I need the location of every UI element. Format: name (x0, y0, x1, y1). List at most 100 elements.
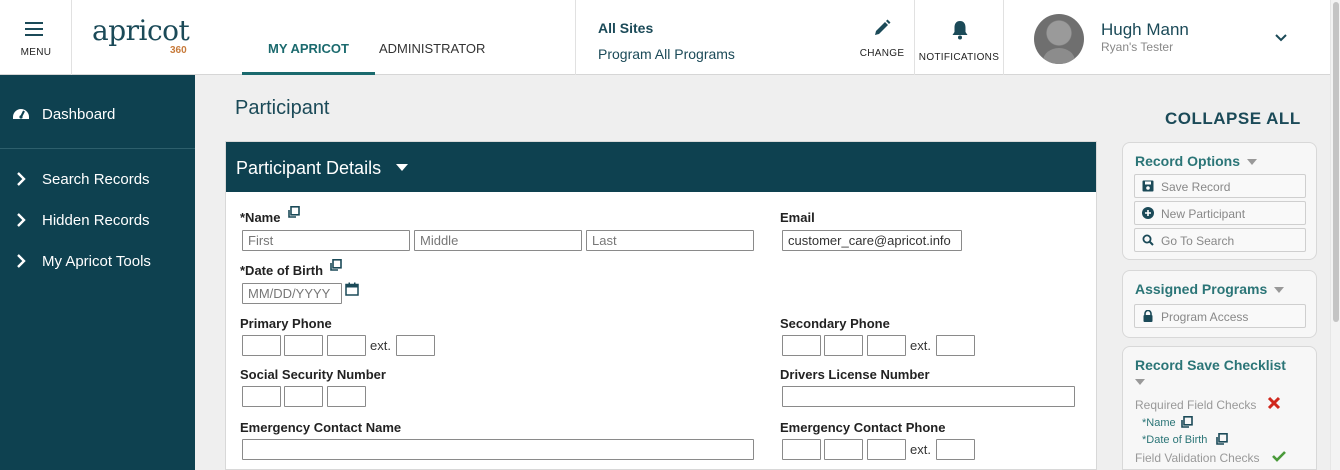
page-scrollbar[interactable] (1330, 0, 1340, 470)
record-options-box: Record Options Save Record New Participa… (1122, 142, 1317, 260)
primary-phone-area-input[interactable] (242, 335, 281, 356)
sidebar-item-label: Search Records (42, 171, 150, 188)
sidebar-divider (0, 148, 195, 149)
last-name-input[interactable] (586, 230, 754, 251)
sidebar-item-label: Hidden Records (42, 212, 150, 229)
required-item-name[interactable]: *Name (1142, 417, 1176, 429)
ssn-label: Social Security Number (240, 367, 386, 382)
secondary-phone-label: Secondary Phone (780, 316, 890, 331)
caret-down-icon (1274, 287, 1285, 293)
first-name-input[interactable] (242, 230, 410, 251)
collapse-all-button[interactable]: COLLAPSE ALL (1165, 109, 1301, 129)
logo-word: apricot (92, 14, 190, 47)
assigned-programs-box: Assigned Programs Program Access (1122, 270, 1317, 338)
secondary-phone-prefix-input[interactable] (824, 335, 863, 356)
caret-down-icon[interactable] (1135, 379, 1145, 386)
program-access-label: Program Access (1161, 310, 1249, 324)
plus-circle-icon (1142, 207, 1154, 219)
assigned-programs-title-text: Assigned Programs (1135, 281, 1268, 297)
save-record-button[interactable]: Save Record (1134, 174, 1306, 198)
primary-phone-prefix-input[interactable] (284, 335, 323, 356)
new-participant-label: New Participant (1161, 207, 1246, 221)
go-to-search-label: Go To Search (1161, 234, 1235, 248)
checkmark-icon (1272, 451, 1286, 462)
logo-sub: 360 (170, 45, 187, 56)
primary-phone-line-input[interactable] (327, 335, 366, 356)
new-participant-button[interactable]: New Participant (1134, 201, 1306, 225)
calendar-icon[interactable] (345, 282, 359, 296)
scrollbar-thumb[interactable] (1333, 2, 1339, 322)
chevron-down-icon[interactable] (1274, 33, 1288, 43)
drivers-license-input[interactable] (782, 386, 1075, 407)
chevron-right-icon (17, 254, 26, 268)
secondary-phone-line-input[interactable] (867, 335, 906, 356)
section-header[interactable]: Participant Details (226, 142, 1096, 192)
chevron-right-icon (17, 213, 26, 227)
popout-icon[interactable] (330, 259, 342, 271)
primary-phone-label: Primary Phone (240, 316, 332, 331)
change-button[interactable]: CHANGE (850, 0, 914, 75)
middle-name-input[interactable] (414, 230, 582, 251)
section-title: Participant Details (236, 158, 382, 178)
secondary-phone-area-input[interactable] (782, 335, 821, 356)
notifications-button[interactable]: NOTIFICATIONS (914, 0, 1004, 75)
go-to-search-button[interactable]: Go To Search (1134, 228, 1306, 252)
popout-icon[interactable] (1181, 416, 1193, 428)
menu-button[interactable]: MENU (0, 0, 72, 75)
dob-input[interactable] (242, 283, 342, 304)
sidebar: Dashboard Search Records Hidden Records … (0, 75, 195, 470)
program-label: Program All Programs (598, 46, 735, 62)
notifications-label: NOTIFICATIONS (918, 52, 1000, 63)
search-icon (1142, 234, 1154, 246)
pencil-icon (875, 19, 891, 35)
page-title: Participant (235, 97, 330, 119)
chevron-right-icon (17, 172, 26, 186)
save-record-label: Save Record (1161, 180, 1231, 194)
ssn-part2-input[interactable] (284, 386, 323, 407)
user-menu[interactable]: Hugh Mann Ryan's Tester (1004, 0, 1330, 75)
required-item-dob[interactable]: *Date of Birth (1142, 434, 1207, 446)
apricot-logo[interactable]: apricot 360 (92, 14, 202, 60)
sidebar-item-hidden-records[interactable]: Hidden Records (0, 201, 195, 241)
secondary-phone-ext-input[interactable] (936, 335, 975, 356)
email-field[interactable] (782, 230, 962, 251)
avatar (1034, 14, 1084, 64)
checklist-title[interactable]: Record Save Checklist (1135, 357, 1286, 373)
name-label: *Name (240, 210, 281, 225)
popout-icon[interactable] (1216, 433, 1228, 445)
emergency-contact-name-label: Emergency Contact Name (240, 420, 402, 435)
emergency-phone-prefix-input[interactable] (824, 439, 863, 460)
sidebar-item-search-records[interactable]: Search Records (0, 160, 195, 200)
primary-phone-ext-input[interactable] (396, 335, 435, 356)
sidebar-item-label: My Apricot Tools (42, 253, 151, 270)
ssn-part3-input[interactable] (327, 386, 366, 407)
dashboard-icon (13, 109, 29, 119)
emergency-phone-line-input[interactable] (867, 439, 906, 460)
program-access-button[interactable]: Program Access (1134, 304, 1306, 328)
caret-down-icon (396, 164, 408, 171)
change-label: CHANGE (859, 48, 905, 59)
sidebar-item-my-apricot-tools[interactable]: My Apricot Tools (0, 242, 195, 282)
record-options-title-text: Record Options (1135, 153, 1241, 169)
site-label: All Sites (598, 20, 654, 36)
ssn-part1-input[interactable] (242, 386, 281, 407)
lock-icon (1143, 310, 1153, 322)
ext-label: ext. (370, 338, 391, 353)
ext-label: ext. (910, 442, 931, 457)
dob-label: *Date of Birth (240, 263, 324, 278)
emergency-phone-area-input[interactable] (782, 439, 821, 460)
sidebar-item-dashboard[interactable]: Dashboard (0, 95, 195, 135)
assigned-programs-title[interactable]: Assigned Programs (1135, 281, 1285, 297)
ext-label: ext. (910, 338, 931, 353)
record-options-title[interactable]: Record Options (1135, 153, 1257, 169)
tab-administrator[interactable]: ADMINISTRATOR (379, 0, 485, 75)
user-name: Hugh Mann (1101, 20, 1189, 39)
floppy-disk-icon (1142, 180, 1154, 192)
emergency-phone-ext-input[interactable] (936, 439, 975, 460)
email-label: Email (780, 210, 815, 225)
emergency-contact-name-input[interactable] (242, 439, 754, 460)
user-role: Ryan's Tester (1101, 40, 1174, 54)
popout-icon[interactable] (288, 206, 300, 218)
caret-down-icon (1246, 159, 1257, 165)
tab-my-apricot[interactable]: MY APRICOT (242, 0, 375, 75)
